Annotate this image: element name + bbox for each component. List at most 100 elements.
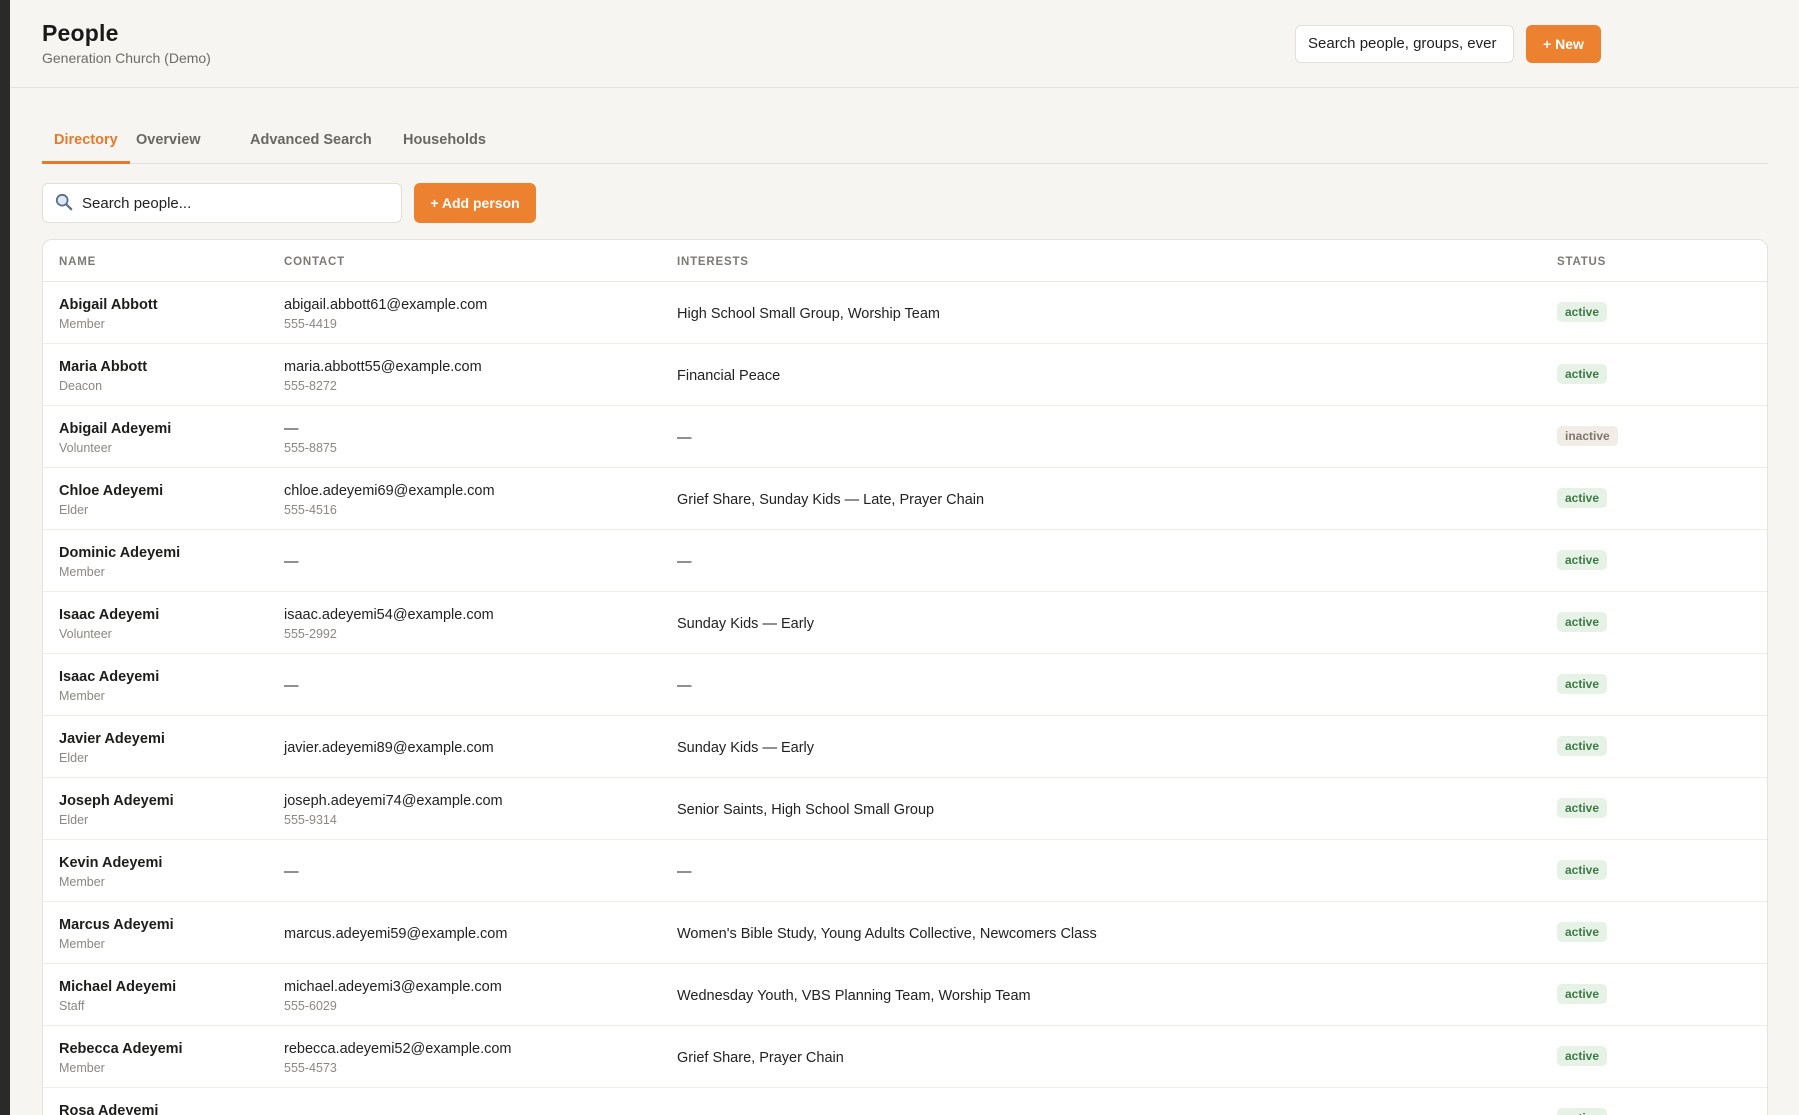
status-badge: active: [1557, 922, 1608, 942]
person-interests: Grief Share, Prayer Chain: [677, 1050, 844, 1066]
person-email[interactable]: joseph.adeyemi74@example.com: [284, 793, 503, 809]
person-name[interactable]: Abigail Abbott: [59, 297, 158, 313]
person-name[interactable]: Maria Abbott: [59, 359, 147, 375]
person-email: —: [284, 554, 299, 570]
person-name[interactable]: Rebecca Adeyemi: [59, 1041, 183, 1057]
column-header-name: NAME: [59, 256, 97, 268]
person-role: Volunteer: [59, 627, 112, 641]
person-email[interactable]: abigail.abbott61@example.com: [284, 297, 487, 313]
person-phone: 555-2992: [284, 627, 337, 641]
person-name[interactable]: Rosa Adeyemi: [59, 1103, 158, 1115]
person-name[interactable]: Dominic Adeyemi: [59, 545, 180, 561]
person-interests: Senior Saints, High School Small Group: [677, 802, 935, 818]
status-badge: active: [1557, 1046, 1608, 1066]
person-email[interactable]: chloe.adeyemi69@example.com: [284, 483, 495, 499]
person-role: Elder: [59, 813, 89, 827]
person-role: Member: [59, 875, 105, 889]
person-role: Member: [59, 1061, 105, 1075]
column-header-interests: INTERESTS: [677, 256, 749, 268]
page-title: People: [42, 20, 119, 46]
person-role: Staff: [59, 999, 85, 1013]
table-row[interactable]: Maria Abbott Deacon maria.abbott55@examp…: [43, 344, 1767, 406]
person-role: Elder: [59, 503, 89, 517]
status-badge: active: [1557, 736, 1608, 756]
global-search-input[interactable]: Search people, groups, ever: [1295, 25, 1514, 63]
person-role: Elder: [59, 751, 89, 765]
person-interests: Sunday Kids — Early: [677, 616, 815, 632]
table-row[interactable]: Kevin Adeyemi Member — — active: [43, 840, 1767, 902]
status-badge: active: [1557, 798, 1608, 818]
person-phone: 555-8875: [284, 441, 337, 455]
person-email: —: [284, 421, 299, 437]
person-name[interactable]: Abigail Adeyemi: [59, 421, 171, 437]
person-name[interactable]: Isaac Adeyemi: [59, 607, 159, 623]
table-row[interactable]: Abigail Adeyemi Volunteer — 555-8875 — i…: [43, 406, 1767, 468]
person-name[interactable]: Michael Adeyemi: [59, 979, 176, 995]
person-interests: Financial Peace: [677, 368, 781, 384]
people-table: NAME CONTACT INTERESTS STATUS Abigail Ab…: [42, 239, 1768, 1115]
tab-advanced-search[interactable]: Advanced Search: [250, 132, 372, 161]
column-header-status: STATUS: [1557, 256, 1607, 268]
people-search-input[interactable]: Search people...: [42, 183, 402, 223]
table-row[interactable]: Javier Adeyemi Elder javier.adeyemi89@ex…: [43, 716, 1767, 778]
table-header: NAME CONTACT INTERESTS STATUS: [43, 240, 1767, 282]
table-row[interactable]: Rosa Adeyemi active: [43, 1088, 1767, 1115]
person-phone: 555-8272: [284, 379, 337, 393]
person-email[interactable]: maria.abbott55@example.com: [284, 359, 482, 375]
status-badge: active: [1557, 860, 1608, 880]
person-interests: High School Small Group, Worship Team: [677, 306, 940, 322]
column-header-contact: CONTACT: [284, 256, 345, 268]
table-row[interactable]: Dominic Adeyemi Member — — active: [43, 530, 1767, 592]
table-row[interactable]: Chloe Adeyemi Elder chloe.adeyemi69@exam…: [43, 468, 1767, 530]
person-phone: 555-6029: [284, 999, 337, 1013]
table-row[interactable]: Rebecca Adeyemi Member rebecca.adeyemi52…: [43, 1026, 1767, 1088]
table-row[interactable]: Michael Adeyemi Staff michael.adeyemi3@e…: [43, 964, 1767, 1026]
person-role: Volunteer: [59, 441, 112, 455]
tab-households[interactable]: Households: [403, 132, 486, 161]
table-row[interactable]: Abigail Abbott Member abigail.abbott61@e…: [43, 282, 1767, 344]
table-row[interactable]: Isaac Adeyemi Member — — active: [43, 654, 1767, 716]
add-person-button[interactable]: + Add person: [414, 183, 536, 223]
status-badge: active: [1557, 1108, 1608, 1115]
window-left-edge: [0, 0, 10, 1115]
status-badge: active: [1557, 984, 1608, 1004]
person-phone: 555-4573: [284, 1061, 337, 1075]
person-phone: 555-4419: [284, 317, 337, 331]
person-interests: Women's Bible Study, Young Adults Collec…: [677, 926, 1097, 942]
person-email[interactable]: marcus.adeyemi59@example.com: [284, 926, 507, 942]
table-row[interactable]: Marcus Adeyemi Member marcus.adeyemi59@e…: [43, 902, 1767, 964]
person-name[interactable]: Kevin Adeyemi: [59, 855, 162, 871]
person-name[interactable]: Joseph Adeyemi: [59, 793, 174, 809]
table-row[interactable]: Isaac Adeyemi Volunteer isaac.adeyemi54@…: [43, 592, 1767, 654]
table-row[interactable]: Joseph Adeyemi Elder joseph.adeyemi74@ex…: [43, 778, 1767, 840]
person-email: —: [284, 678, 299, 694]
people-app: People Generation Church (Demo) Search p…: [10, 0, 1799, 1115]
person-role: Member: [59, 317, 105, 331]
person-email[interactable]: javier.adeyemi89@example.com: [284, 740, 494, 756]
person-name[interactable]: Chloe Adeyemi: [59, 483, 163, 499]
person-email[interactable]: michael.adeyemi3@example.com: [284, 979, 502, 995]
person-role: Deacon: [59, 379, 103, 393]
tab-directory[interactable]: Directory: [42, 132, 130, 164]
person-interests: —: [677, 430, 692, 446]
person-email[interactable]: rebecca.adeyemi52@example.com: [284, 1041, 512, 1057]
status-badge: active: [1557, 674, 1608, 694]
directory-tabs: Directory Overview Advanced Search House…: [42, 122, 1768, 164]
person-interests: —: [677, 678, 692, 694]
person-role: Member: [59, 689, 105, 703]
person-role: Member: [59, 937, 105, 951]
person-email[interactable]: isaac.adeyemi54@example.com: [284, 607, 494, 623]
tab-overview[interactable]: Overview: [136, 132, 201, 161]
person-interests: Sunday Kids — Early: [677, 740, 815, 756]
person-interests: —: [677, 864, 692, 880]
person-name[interactable]: Isaac Adeyemi: [59, 669, 159, 685]
status-badge: active: [1557, 364, 1608, 384]
status-badge: active: [1557, 550, 1608, 570]
person-role: Member: [59, 565, 105, 579]
person-name[interactable]: Javier Adeyemi: [59, 731, 165, 747]
person-name[interactable]: Marcus Adeyemi: [59, 917, 174, 933]
person-phone: 555-9314: [284, 813, 337, 827]
status-badge: active: [1557, 302, 1608, 322]
new-button[interactable]: + New: [1526, 25, 1601, 63]
status-badge: active: [1557, 488, 1608, 508]
